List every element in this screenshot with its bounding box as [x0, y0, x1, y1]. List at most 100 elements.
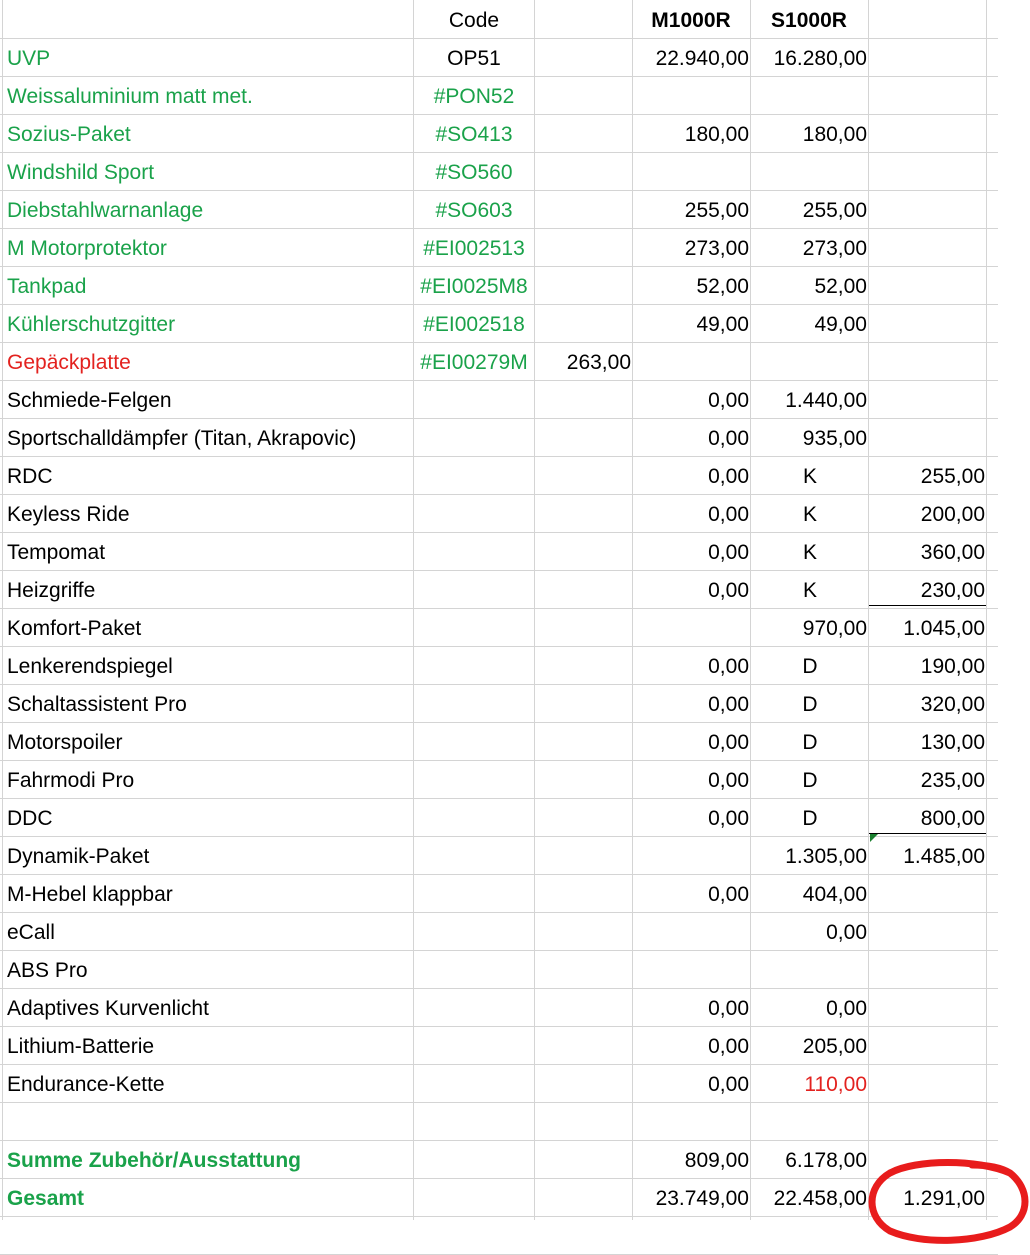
code-cell[interactable]	[414, 724, 534, 762]
s1000r-cell[interactable]: 180,00	[751, 116, 867, 154]
code-cell[interactable]	[414, 1066, 534, 1104]
m1000r-cell[interactable]	[633, 952, 749, 990]
code-cell[interactable]	[414, 876, 534, 914]
code-cell[interactable]	[414, 572, 534, 610]
difference-cell[interactable]: 1.485,00	[869, 838, 985, 876]
difference-cell[interactable]	[869, 420, 985, 458]
row-label-cell[interactable]: Windshild Sport	[7, 154, 411, 192]
m1000r-cell[interactable]: 0,00	[633, 572, 749, 610]
s1000r-cell[interactable]: 1.305,00	[751, 838, 867, 876]
extra-cell[interactable]	[535, 1066, 631, 1104]
m1000r-cell[interactable]: 255,00	[633, 192, 749, 230]
code-cell[interactable]	[414, 420, 534, 458]
row-label-cell[interactable]: Heizgriffe	[7, 572, 411, 610]
difference-cell[interactable]	[869, 78, 985, 116]
m1000r-cell[interactable]: 809,00	[633, 1142, 749, 1180]
code-cell[interactable]	[414, 534, 534, 572]
s1000r-cell[interactable]: 16.280,00	[751, 40, 867, 78]
difference-cell[interactable]	[869, 952, 985, 990]
difference-cell[interactable]: 200,00	[869, 496, 985, 534]
m1000r-cell[interactable]	[633, 838, 749, 876]
m1000r-cell[interactable]: 0,00	[633, 990, 749, 1028]
row-label-cell[interactable]: Tankpad	[7, 268, 411, 306]
code-cell[interactable]	[414, 1142, 534, 1180]
difference-cell[interactable]	[869, 990, 985, 1028]
header-code[interactable]: Code	[414, 2, 534, 40]
extra-cell[interactable]	[535, 838, 631, 876]
s1000r-cell[interactable]: 22.458,00	[751, 1180, 867, 1218]
extra-cell[interactable]	[535, 648, 631, 686]
extra-cell[interactable]	[535, 382, 631, 420]
row-label-cell[interactable]: Lenkerendspiegel	[7, 648, 411, 686]
difference-cell[interactable]	[869, 192, 985, 230]
m1000r-cell[interactable]: 273,00	[633, 230, 749, 268]
extra-cell[interactable]	[535, 990, 631, 1028]
extra-cell[interactable]: 263,00	[535, 344, 631, 382]
s1000r-cell[interactable]: K	[751, 496, 869, 534]
s1000r-cell[interactable]	[751, 952, 867, 990]
extra-cell[interactable]	[535, 1104, 631, 1142]
code-cell[interactable]: #EI00279M	[414, 344, 534, 382]
s1000r-cell[interactable]	[751, 1104, 867, 1142]
extra-cell[interactable]	[535, 914, 631, 952]
code-cell[interactable]	[414, 800, 534, 838]
difference-cell[interactable]	[869, 268, 985, 306]
s1000r-cell[interactable]: D	[751, 724, 869, 762]
difference-cell[interactable]	[869, 1066, 985, 1104]
row-label-cell[interactable]: Endurance-Kette	[7, 1066, 411, 1104]
extra-cell[interactable]	[535, 1180, 631, 1218]
difference-cell[interactable]	[869, 914, 985, 952]
m1000r-cell[interactable]: 0,00	[633, 800, 749, 838]
row-label-cell[interactable]: Lithium-Batterie	[7, 1028, 411, 1066]
row-label-cell[interactable]: RDC	[7, 458, 411, 496]
header-m1000r[interactable]: M1000R	[633, 2, 749, 40]
row-label-cell[interactable]: M Motorprotektor	[7, 230, 411, 268]
difference-cell[interactable]: 360,00	[869, 534, 985, 572]
m1000r-cell[interactable]: 0,00	[633, 496, 749, 534]
difference-cell[interactable]: 190,00	[869, 648, 985, 686]
row-label-cell[interactable]: M-Hebel klappbar	[7, 876, 411, 914]
extra-cell[interactable]	[535, 534, 631, 572]
s1000r-cell[interactable]: 0,00	[751, 914, 867, 952]
m1000r-cell[interactable]: 0,00	[633, 420, 749, 458]
s1000r-cell[interactable]: D	[751, 800, 869, 838]
extra-cell[interactable]	[535, 1142, 631, 1180]
s1000r-cell[interactable]: 49,00	[751, 306, 867, 344]
row-label-cell[interactable]: Sportschalldämpfer (Titan, Akrapovic)	[7, 420, 411, 458]
m1000r-cell[interactable]	[633, 78, 749, 116]
row-label-cell[interactable]: Kühlerschutzgitter	[7, 306, 411, 344]
m1000r-cell[interactable]: 0,00	[633, 534, 749, 572]
row-label-cell[interactable]: Gepäckplatte	[7, 344, 411, 382]
m1000r-cell[interactable]: 0,00	[633, 686, 749, 724]
code-cell[interactable]	[414, 762, 534, 800]
difference-cell[interactable]	[869, 382, 985, 420]
extra-cell[interactable]	[535, 78, 631, 116]
difference-cell[interactable]	[869, 344, 985, 382]
row-label-cell[interactable]: Adaptives Kurvenlicht	[7, 990, 411, 1028]
code-cell[interactable]: OP51	[414, 40, 534, 78]
difference-cell[interactable]: 1.045,00	[869, 610, 985, 648]
code-cell[interactable]: #EI002513	[414, 230, 534, 268]
s1000r-cell[interactable]: K	[751, 534, 869, 572]
s1000r-cell[interactable]: 1.440,00	[751, 382, 867, 420]
row-label-cell[interactable]: Summe Zubehör/Ausstattung	[7, 1142, 411, 1180]
difference-cell[interactable]	[869, 1104, 985, 1142]
code-cell[interactable]	[414, 458, 534, 496]
extra-cell[interactable]	[535, 800, 631, 838]
extra-cell[interactable]	[535, 154, 631, 192]
m1000r-cell[interactable]	[633, 154, 749, 192]
m1000r-cell[interactable]: 0,00	[633, 762, 749, 800]
difference-cell[interactable]	[869, 116, 985, 154]
code-cell[interactable]: #SO560	[414, 154, 534, 192]
code-cell[interactable]	[414, 1104, 534, 1142]
code-cell[interactable]: #EI0025M8	[414, 268, 534, 306]
s1000r-cell[interactable]: K	[751, 572, 869, 610]
code-cell[interactable]	[414, 990, 534, 1028]
row-label-cell[interactable]: Dynamik-Paket	[7, 838, 411, 876]
extra-cell[interactable]	[535, 762, 631, 800]
m1000r-cell[interactable]: 23.749,00	[633, 1180, 749, 1218]
difference-cell[interactable]: 235,00	[869, 762, 985, 800]
m1000r-cell[interactable]: 0,00	[633, 1066, 749, 1104]
row-label-cell[interactable]: Diebstahlwarnanlage	[7, 192, 411, 230]
s1000r-cell[interactable]: 6.178,00	[751, 1142, 867, 1180]
